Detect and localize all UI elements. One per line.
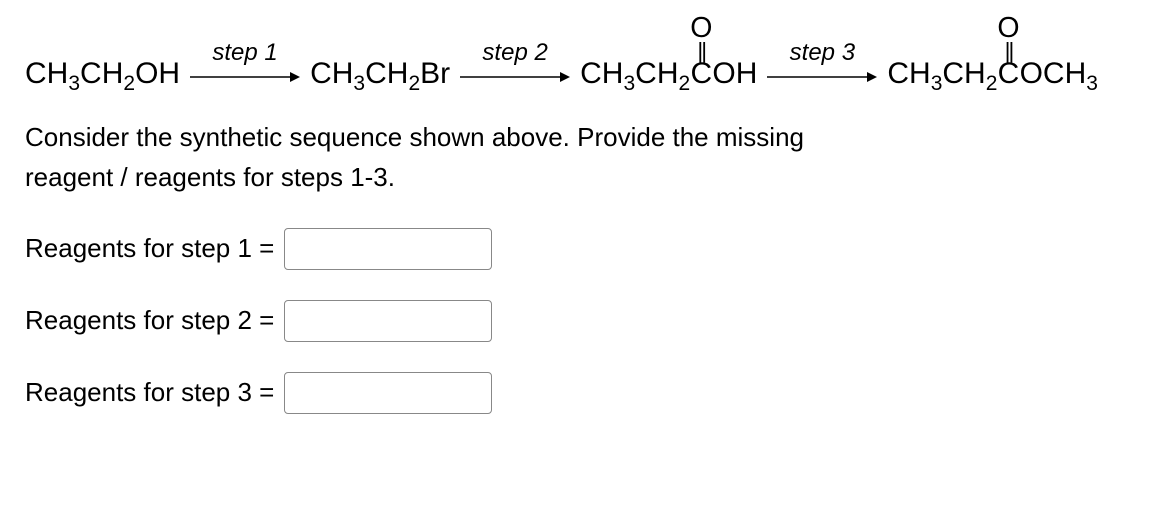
- compound-1: CH3CH2OH: [25, 59, 180, 89]
- compound-3: CH3CH2O||COH: [580, 15, 757, 89]
- reaction-scheme: CH3CH2OH step 1 CH3CH2Br step 2 CH3CH2O|…: [25, 15, 1143, 89]
- carbonyl-group: O||C: [997, 15, 1019, 89]
- arrow-step-2: step 2: [460, 39, 570, 85]
- compound-4: CH3CH2O||COCH3: [887, 15, 1098, 89]
- arrow-step-3: step 3: [767, 39, 877, 85]
- step-3-label: step 3: [790, 39, 855, 67]
- arrow-step-1: step 1: [190, 39, 300, 85]
- arrow-icon: [460, 69, 570, 85]
- reagent-input-2[interactable]: [284, 300, 492, 342]
- compound-2: CH3CH2Br: [310, 59, 450, 89]
- reagent-row-2: Reagents for step 2 =: [25, 300, 1143, 342]
- reagent-label-2: Reagents for step 2 =: [25, 305, 274, 336]
- arrow-icon: [190, 69, 300, 85]
- reagent-label-1: Reagents for step 1 =: [25, 233, 274, 264]
- question-prompt: Consider the synthetic sequence shown ab…: [25, 117, 1143, 198]
- step-2-label: step 2: [482, 39, 547, 67]
- step-1-label: step 1: [212, 39, 277, 67]
- reagent-label-3: Reagents for step 3 =: [25, 377, 274, 408]
- reagent-row-1: Reagents for step 1 =: [25, 228, 1143, 270]
- reagent-row-3: Reagents for step 3 =: [25, 372, 1143, 414]
- carbonyl-group: O||C: [690, 15, 712, 89]
- reagent-input-1[interactable]: [284, 228, 492, 270]
- arrow-icon: [767, 69, 877, 85]
- reagent-input-3[interactable]: [284, 372, 492, 414]
